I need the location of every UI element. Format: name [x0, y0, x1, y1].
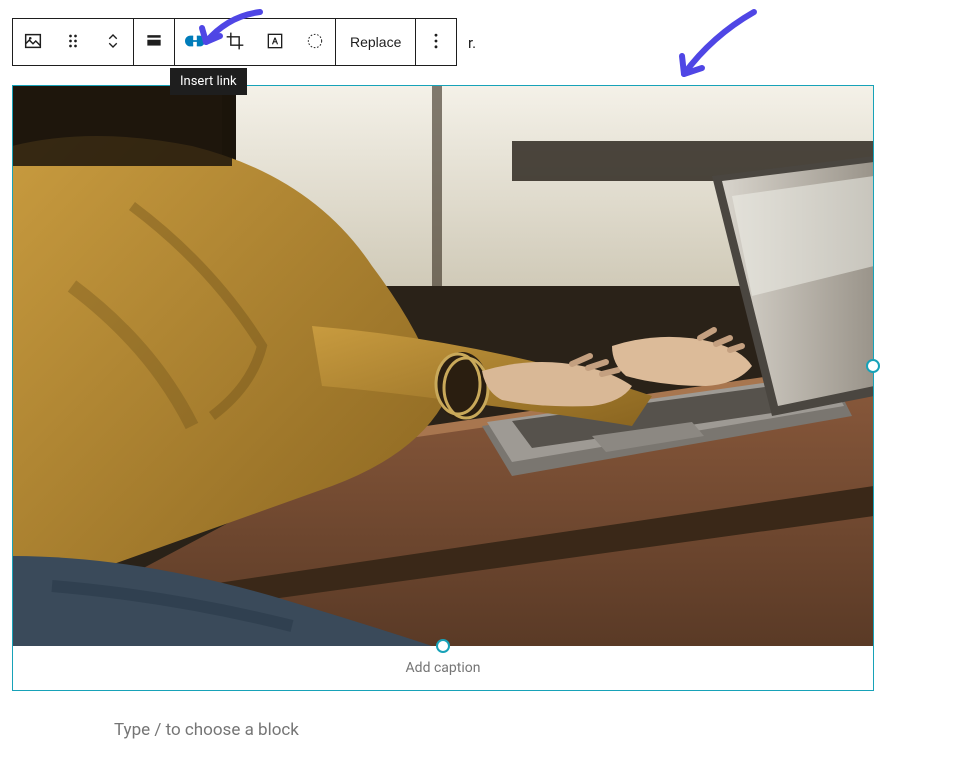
resize-handle-bottom[interactable]	[436, 639, 450, 653]
background-text-fragment: r.	[468, 34, 476, 52]
move-up-down-button[interactable]	[93, 19, 133, 65]
drag-handle-icon	[63, 31, 83, 54]
link-icon	[184, 30, 206, 55]
text-overlay-icon	[265, 31, 285, 54]
crop-button[interactable]	[215, 19, 255, 65]
insert-link-tooltip: Insert link	[170, 68, 247, 95]
more-options-button[interactable]	[416, 19, 456, 65]
image-icon	[22, 30, 44, 55]
block-toolbar: Replace	[12, 18, 457, 66]
text-overlay-button[interactable]	[255, 19, 295, 65]
move-up-down-icon	[104, 30, 122, 55]
block-appender[interactable]: Type / to choose a block	[114, 720, 299, 740]
resize-handle-right[interactable]	[866, 359, 880, 373]
block-type-image-button[interactable]	[13, 19, 53, 65]
more-options-icon	[426, 31, 446, 54]
annotation-arrow-image	[672, 6, 762, 86]
align-icon	[144, 31, 164, 54]
photo-illustration	[13, 86, 873, 646]
insert-link-button[interactable]	[175, 19, 215, 65]
drag-handle-button[interactable]	[53, 19, 93, 65]
align-button[interactable]	[134, 19, 174, 65]
duotone-button[interactable]	[295, 19, 335, 65]
replace-button[interactable]: Replace	[336, 19, 415, 65]
image-content[interactable]	[13, 86, 873, 646]
image-block-selected[interactable]: Add caption	[12, 85, 874, 691]
crop-icon	[225, 31, 245, 54]
duotone-icon	[305, 31, 325, 54]
